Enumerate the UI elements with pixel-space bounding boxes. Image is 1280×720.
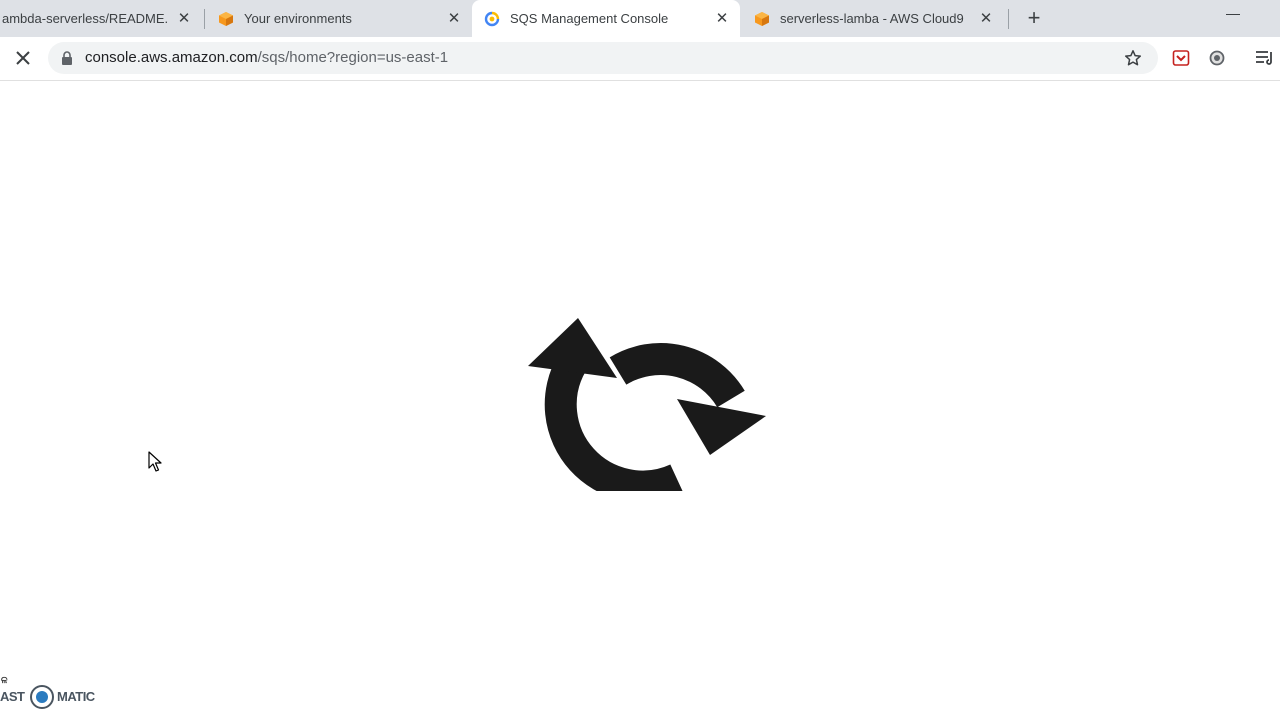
tab-your-environments[interactable]: Your environments ✕ xyxy=(208,0,470,37)
pocket-extension-icon[interactable] xyxy=(1172,49,1190,67)
url-path: /sqs/home?region=us-east-1 xyxy=(257,49,449,66)
watermark-text-left: AST xyxy=(0,689,25,704)
watermark-small-text: ଳ xyxy=(1,675,8,685)
screencast-logo-icon xyxy=(30,685,54,709)
tab-aws-cloud9[interactable]: serverless-lamba - AWS Cloud9 ✕ xyxy=(744,0,1004,37)
browser-toolbar: console.aws.amazon.com/sqs/home?region=u… xyxy=(0,37,1280,81)
tab-title: ambda-serverless/README.m xyxy=(2,11,168,26)
stop-loading-icon[interactable] xyxy=(12,47,34,69)
watermark-text-right: MATIC xyxy=(57,689,95,704)
lock-icon[interactable] xyxy=(60,51,74,65)
tab-sqs-management-console[interactable]: SQS Management Console ✕ xyxy=(472,0,740,37)
close-icon[interactable]: ✕ xyxy=(446,10,462,27)
screencast-o-matic-watermark: ଳ AST MATIC xyxy=(0,675,110,715)
close-icon[interactable]: ✕ xyxy=(176,10,192,27)
close-icon[interactable]: ✕ xyxy=(714,10,730,27)
tab-separator xyxy=(1008,9,1009,29)
mouse-cursor-icon xyxy=(148,451,162,472)
media-queue-icon[interactable] xyxy=(1255,49,1275,67)
url-text[interactable]: console.aws.amazon.com/sqs/home?region=u… xyxy=(85,49,448,66)
tab-title: SQS Management Console xyxy=(510,11,669,26)
close-icon[interactable]: ✕ xyxy=(978,10,994,27)
url-host: console.aws.amazon.com xyxy=(85,49,258,66)
bookmark-star-icon[interactable] xyxy=(1124,49,1142,67)
aws-cube-icon xyxy=(219,11,233,26)
address-bar[interactable]: console.aws.amazon.com/sqs/home?region=u… xyxy=(48,42,1158,74)
tab-title: serverless-lamba - AWS Cloud9 xyxy=(780,11,964,26)
aws-cube-icon xyxy=(755,11,769,26)
google-loading-icon xyxy=(484,11,500,26)
tab-readme[interactable]: ambda-serverless/README.m ✕ xyxy=(0,0,200,37)
minimize-button[interactable] xyxy=(1226,14,1240,15)
new-tab-button[interactable]: + xyxy=(1022,6,1046,30)
tab-title: Your environments xyxy=(244,11,352,26)
page-content: ଳ AST MATIC xyxy=(0,81,1280,720)
tab-separator xyxy=(204,9,205,29)
tab-strip: ambda-serverless/README.m ✕ Your environ… xyxy=(0,0,1280,37)
loading-refresh-icon xyxy=(528,318,766,491)
extension-circle-icon[interactable] xyxy=(1208,49,1226,67)
